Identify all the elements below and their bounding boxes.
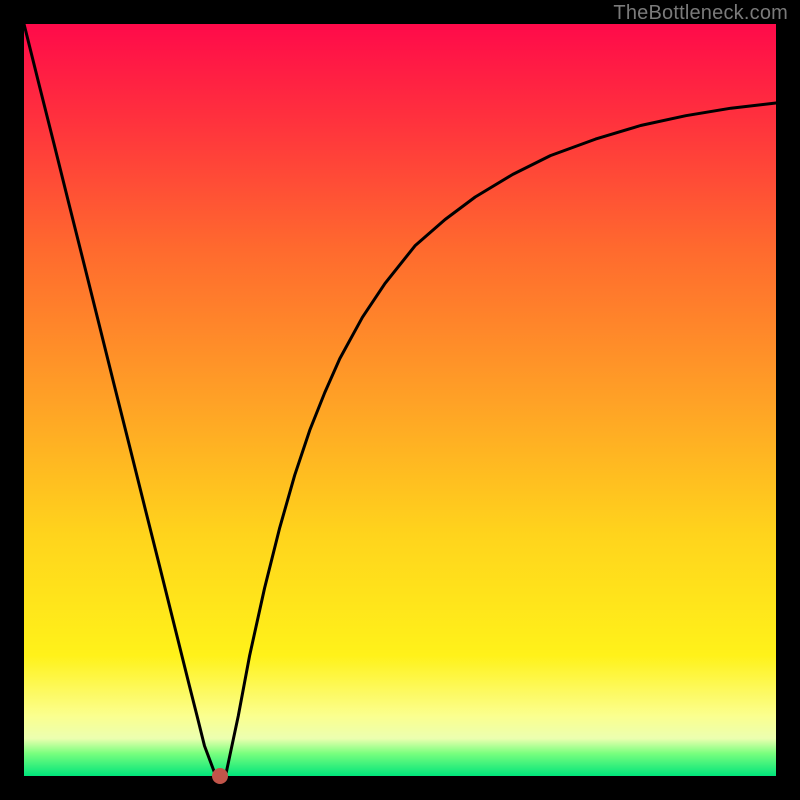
chart-container: TheBottleneck.com: [0, 0, 800, 800]
plot-area: [24, 24, 776, 776]
minimum-point-dot: [212, 768, 228, 784]
watermark-text: TheBottleneck.com: [613, 2, 788, 25]
bottleneck-curve: [24, 24, 776, 776]
